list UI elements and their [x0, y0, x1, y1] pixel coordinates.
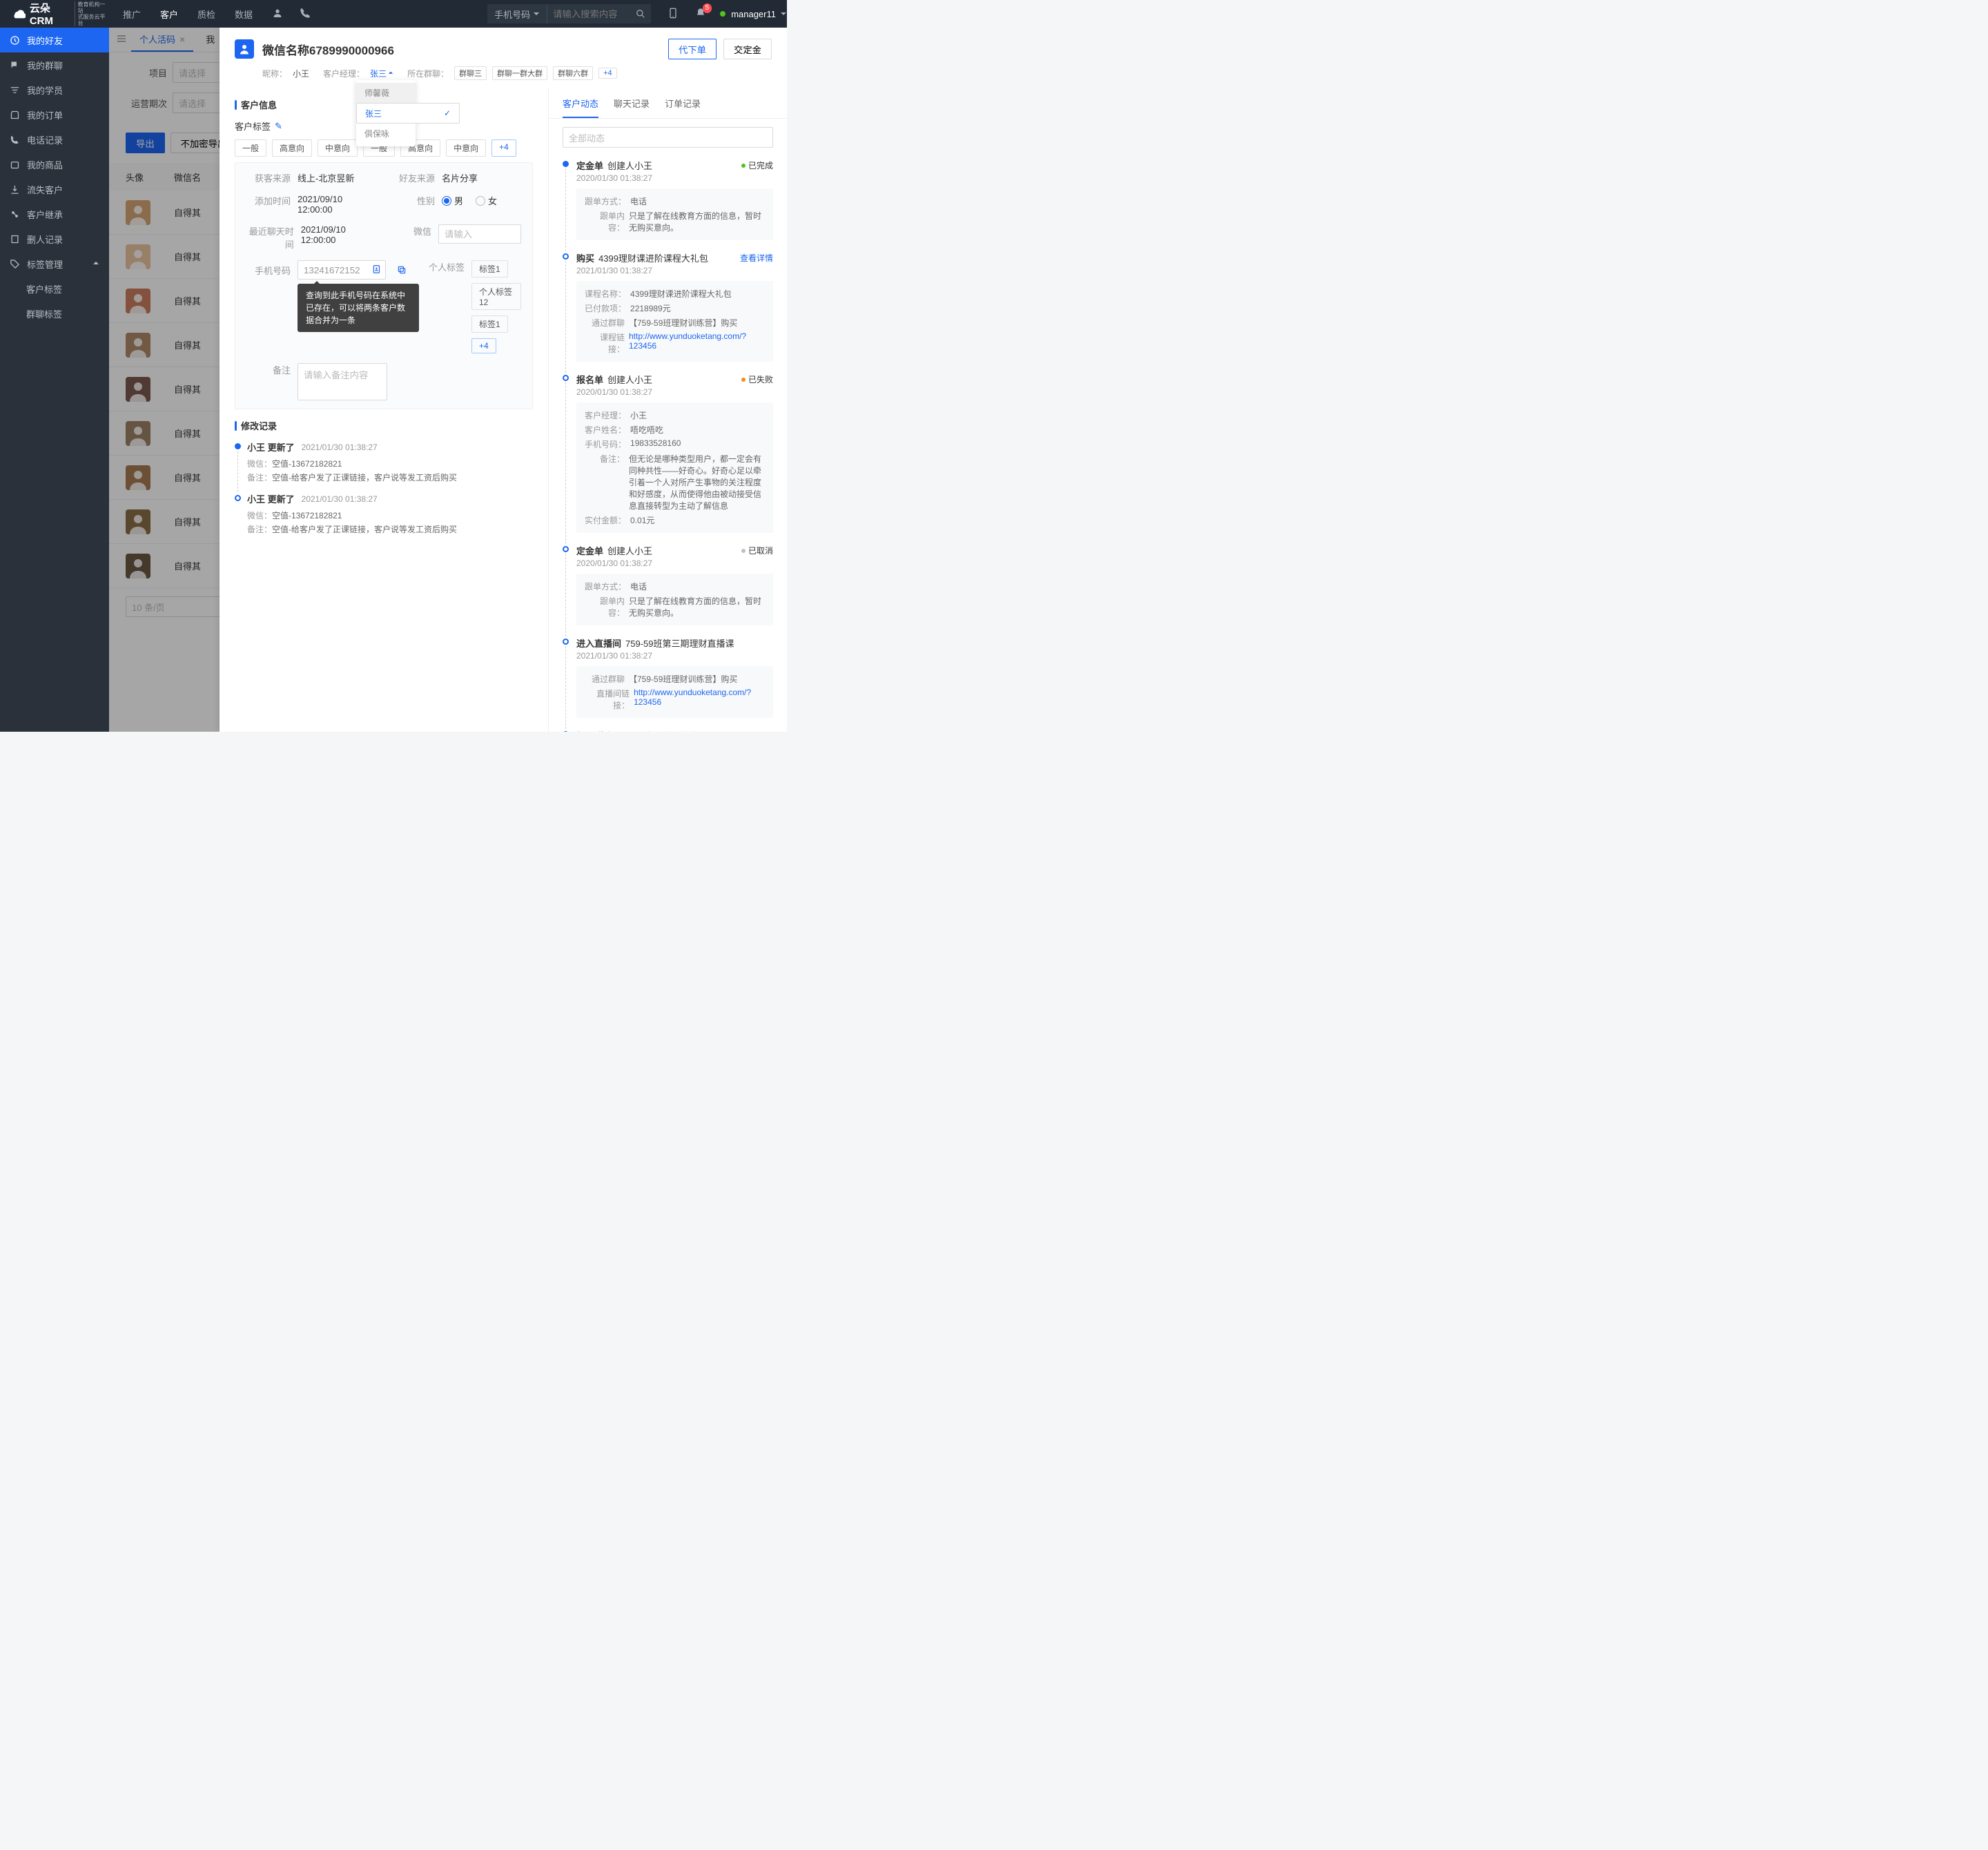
- event-item: 加入群聊759-59班理财训练营2021/01/30 01:38:27入群方式：…: [563, 729, 773, 732]
- radio-male[interactable]: 男: [442, 194, 463, 207]
- mgr-opt-1[interactable]: 张三✓: [356, 103, 460, 124]
- side-calls[interactable]: 电话记录: [0, 127, 109, 152]
- tags-more[interactable]: +4: [491, 139, 516, 157]
- deposit-button[interactable]: 交定金: [723, 39, 772, 59]
- side-inherit[interactable]: 客户继承: [0, 202, 109, 226]
- nav-qc[interactable]: 质检: [197, 8, 215, 21]
- user-menu[interactable]: manager11: [720, 9, 787, 19]
- tag[interactable]: 一般: [235, 139, 266, 157]
- side-products[interactable]: 我的商品: [0, 152, 109, 177]
- contacts-icon[interactable]: [372, 264, 382, 276]
- side-students[interactable]: 我的学员: [0, 77, 109, 102]
- event-item: 定金单创建人小王已完成2020/01/30 01:38:27跟单方式：电话跟单内…: [563, 159, 773, 251]
- copy-icon[interactable]: [397, 265, 407, 275]
- activity-filter[interactable]: 全部动态: [563, 127, 773, 148]
- side-orders[interactable]: 我的订单: [0, 102, 109, 127]
- logo[interactable]: 云朵CRM 教育机构一站式服务云平台: [0, 1, 109, 27]
- customer-title: 微信名称6789990000966: [262, 41, 394, 58]
- sidebar: 我的好友 我的群聊 我的学员 我的订单 电话记录 我的商品 流失客户 客户继承 …: [0, 28, 109, 732]
- event-item: 购买4399理财课进阶课程大礼包查看详情2021/01/30 01:38:27课…: [563, 251, 773, 373]
- phone-tooltip: 查询到此手机号码在系统中已存在，可以将两条客户数据合并为一条: [298, 284, 419, 332]
- top-bar: 云朵CRM 教育机构一站式服务云平台 推广 客户 质检 数据 手机号码 5 ma…: [0, 0, 787, 28]
- order-button[interactable]: 代下单: [668, 39, 717, 59]
- radio-female[interactable]: 女: [476, 194, 497, 207]
- mgr-opt-0[interactable]: 师馨薇: [356, 83, 416, 103]
- customer-drawer: 微信名称6789990000966 代下单 交定金 昵称：小王 客户经理：张三 …: [220, 28, 787, 732]
- event-item: 进入直播间759-59班第三期理财直播课2021/01/30 01:38:27通…: [563, 636, 773, 729]
- remark-textarea[interactable]: [298, 363, 387, 400]
- search-button[interactable]: [630, 9, 651, 19]
- rtab-activity[interactable]: 客户动态: [563, 97, 598, 118]
- mobile-icon[interactable]: [667, 8, 679, 21]
- top-nav: 推广 客户 质检 数据: [123, 8, 253, 21]
- section-mod-log: 修改记录: [235, 419, 533, 432]
- bell-icon[interactable]: 5: [695, 8, 706, 21]
- search-input[interactable]: [547, 9, 630, 19]
- side-tags[interactable]: 标签管理: [0, 251, 109, 276]
- top-search: 手机号码: [487, 4, 651, 23]
- side-delete[interactable]: 删人记录: [0, 226, 109, 251]
- view-detail-link[interactable]: 查看详情: [740, 252, 773, 264]
- customer-avatar: [235, 39, 254, 59]
- manager-dropdown[interactable]: 张三: [370, 68, 393, 79]
- side-groups[interactable]: 我的群聊: [0, 52, 109, 77]
- edit-tags-icon[interactable]: ✎: [275, 121, 282, 132]
- side-group-tags[interactable]: 群聊标签: [0, 301, 109, 326]
- event-item: 报名单创建人小王已失败2020/01/30 01:38:27客户经理：小王客户姓…: [563, 373, 773, 544]
- nav-customer[interactable]: 客户: [160, 8, 178, 21]
- tag[interactable]: 中意向: [446, 139, 486, 157]
- event-item: 定金单创建人小王已取消2020/01/30 01:38:27跟单方式：电话跟单内…: [563, 544, 773, 636]
- search-type-select[interactable]: 手机号码: [487, 4, 547, 23]
- groups-more[interactable]: +4: [598, 68, 617, 79]
- side-cust-tags[interactable]: 客户标签: [0, 276, 109, 301]
- tag[interactable]: 高意向: [272, 139, 312, 157]
- person-icon[interactable]: [272, 8, 283, 21]
- page: 个人活码× 我 项目请选择 运营期次请选择 导出 不加密导出 头像微信名 自得其…: [109, 28, 787, 732]
- manager-dropdown-menu: 师馨薇 张三✓ 俱保咏: [356, 80, 416, 146]
- tag[interactable]: 中意向: [318, 139, 358, 157]
- rtab-chat[interactable]: 聊天记录: [614, 97, 650, 118]
- phone-icon[interactable]: [300, 8, 311, 21]
- mod-item: 小王 更新了2021/01/30 01:38:27微信：空值-136721828…: [235, 492, 533, 537]
- side-friends[interactable]: 我的好友: [0, 28, 109, 52]
- nav-promo[interactable]: 推广: [123, 8, 141, 21]
- mgr-opt-2[interactable]: 俱保咏: [356, 124, 416, 144]
- mod-item: 小王 更新了2021/01/30 01:38:27微信：空值-136721828…: [235, 440, 533, 485]
- side-lost[interactable]: 流失客户: [0, 177, 109, 202]
- wechat-input[interactable]: [438, 224, 521, 244]
- nav-data[interactable]: 数据: [235, 8, 253, 21]
- rtab-orders[interactable]: 订单记录: [665, 97, 701, 118]
